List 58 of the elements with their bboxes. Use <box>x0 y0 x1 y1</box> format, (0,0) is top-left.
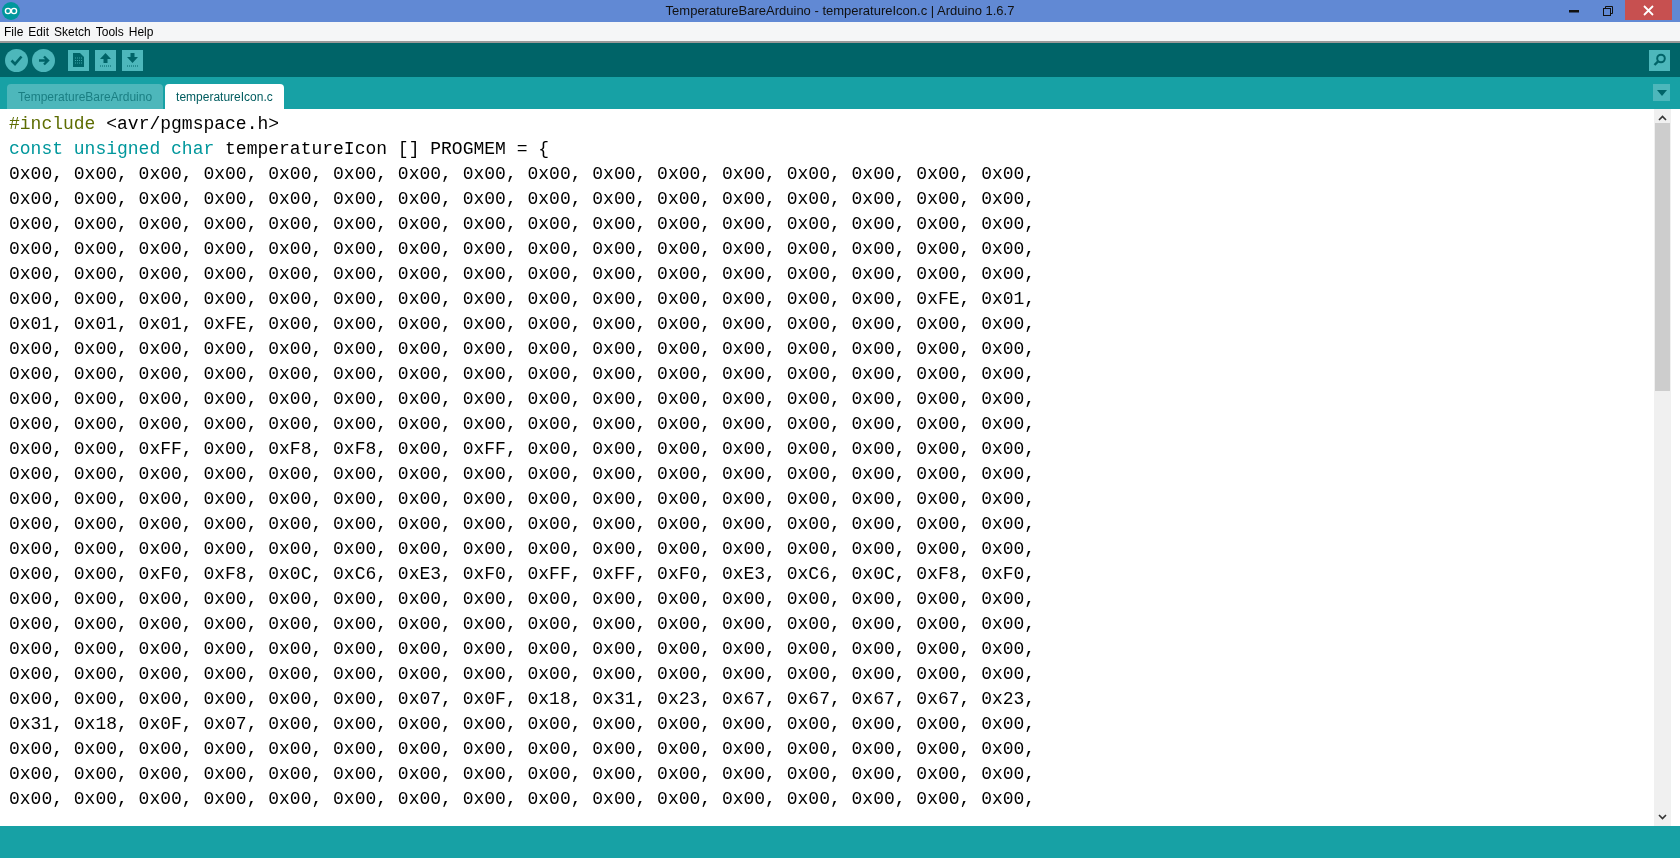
scrollbar-thumb[interactable] <box>1655 123 1670 391</box>
close-button[interactable] <box>1625 0 1672 20</box>
close-icon <box>1643 4 1654 16</box>
code-line: 0x00, 0x00, 0x00, 0x00, 0x00, 0x00, 0x00, 0x00, 0x00, 0x00, 0x00, 0x00, 0x00, 0x00, 0x00, 0x00, <box>9 338 1037 361</box>
menu-item[interactable]: Help <box>127 24 158 39</box>
code-line: 0x00, 0x00, 0x00, 0x00, 0x00, 0x00, 0x07, 0x0F, 0x18, 0x31, 0x23, 0x67, 0x67, 0x67, 0x67, 0x23, <box>9 688 1037 711</box>
menu-item[interactable]: File <box>3 24 28 39</box>
code-line: 0x00, 0x00, 0x00, 0x00, 0x00, 0x00, 0x00, 0x00, 0x00, 0x00, 0x00, 0x00, 0x00, 0x00, 0x00, 0x00, <box>9 463 1037 486</box>
menu-item[interactable]: Sketch <box>53 24 95 39</box>
vertical-scrollbar[interactable] <box>1654 109 1671 826</box>
open-button[interactable] <box>95 49 116 71</box>
code-line: 0x00, 0x00, 0x00, 0x00, 0x00, 0x00, 0x00, 0x00, 0x00, 0x00, 0x00, 0x00, 0x00, 0x00, 0x00, 0x00, <box>9 613 1037 636</box>
code-line: const unsigned char temperatureIcon [] PROGMEM = { <box>9 138 551 161</box>
up-arrow-icon <box>99 53 112 67</box>
tab-menu-button[interactable] <box>1653 84 1670 101</box>
code-line: 0x00, 0x00, 0xF0, 0xF8, 0x0C, 0xC6, 0xE3, 0xF0, 0xFF, 0xFF, 0xF0, 0xE3, 0xC6, 0x0C, 0xF8, 0xF0, <box>9 563 1037 586</box>
down-triangle-icon <box>1656 89 1667 96</box>
up-caret-icon[interactable] <box>1658 115 1667 121</box>
code-line: 0x00, 0x00, 0x00, 0x00, 0x00, 0x00, 0x00, 0x00, 0x00, 0x00, 0x00, 0x00, 0x00, 0x00, 0x00, 0x00, <box>9 588 1037 611</box>
code-line: 0x00, 0x00, 0x00, 0x00, 0x00, 0x00, 0x00, 0x00, 0x00, 0x00, 0x00, 0x00, 0x00, 0x00, 0x00, 0x00, <box>9 213 1037 236</box>
code-line: 0x00, 0x00, 0x00, 0x00, 0x00, 0x00, 0x00, 0x00, 0x00, 0x00, 0x00, 0x00, 0x00, 0x00, 0x00, 0x00, <box>9 363 1037 386</box>
code-line: 0x00, 0x00, 0x00, 0x00, 0x00, 0x00, 0x00, 0x00, 0x00, 0x00, 0x00, 0x00, 0x00, 0x00, 0x00, 0x00, <box>9 788 1037 811</box>
menu-item[interactable]: Tools <box>94 24 128 39</box>
code-line: 0x00, 0x00, 0x00, 0x00, 0x00, 0x00, 0x00, 0x00, 0x00, 0x00, 0x00, 0x00, 0x00, 0x00, 0x00, 0x00, <box>9 763 1037 786</box>
code-line: 0x00, 0x00, 0x00, 0x00, 0x00, 0x00, 0x00, 0x00, 0x00, 0x00, 0x00, 0x00, 0x00, 0x00, 0x00, 0x00, <box>9 163 1037 186</box>
down-caret-icon[interactable] <box>1658 814 1667 820</box>
verify-button[interactable] <box>5 48 28 72</box>
code-line: 0x00, 0x00, 0x00, 0x00, 0x00, 0x00, 0x00, 0x00, 0x00, 0x00, 0x00, 0x00, 0x00, 0x00, 0x00, 0x00, <box>9 738 1037 761</box>
code-line: #include <avr/pgmspace.h> <box>9 113 281 136</box>
save-button[interactable] <box>122 49 143 71</box>
code-line: 0x31, 0x18, 0x0F, 0x07, 0x00, 0x00, 0x00, 0x00, 0x00, 0x00, 0x00, 0x00, 0x00, 0x00, 0x00, 0x00, <box>9 713 1037 736</box>
code-line: 0x00, 0x00, 0x00, 0x00, 0x00, 0x00, 0x00, 0x00, 0x00, 0x00, 0x00, 0x00, 0x00, 0x00, 0x00, 0x00, <box>9 663 1037 686</box>
serial-monitor-button[interactable] <box>1649 49 1670 71</box>
down-arrow-icon <box>126 53 139 67</box>
code-line: 0x00, 0x00, 0xFF, 0x00, 0xF8, 0xF8, 0x00, 0xFF, 0x00, 0x00, 0x00, 0x00, 0x00, 0x00, 0x00, 0x00, <box>9 438 1037 461</box>
code-line: 0x00, 0x00, 0x00, 0x00, 0x00, 0x00, 0x00, 0x00, 0x00, 0x00, 0x00, 0x00, 0x00, 0x00, 0x00, 0x00, <box>9 188 1037 211</box>
code-line: 0x00, 0x00, 0x00, 0x00, 0x00, 0x00, 0x00, 0x00, 0x00, 0x00, 0x00, 0x00, 0x00, 0x00, 0x00, 0x00, <box>9 638 1037 661</box>
code-line: 0x00, 0x00, 0x00, 0x00, 0x00, 0x00, 0x00, 0x00, 0x00, 0x00, 0x00, 0x00, 0x00, 0x00, 0x00, 0x00, <box>9 413 1037 436</box>
right-arrow-icon <box>37 54 50 66</box>
code-line: 0x00, 0x00, 0x00, 0x00, 0x00, 0x00, 0x00, 0x00, 0x00, 0x00, 0x00, 0x00, 0x00, 0x00, 0x00, 0x00, <box>9 488 1037 511</box>
code-line: 0x00, 0x00, 0x00, 0x00, 0x00, 0x00, 0x00, 0x00, 0x00, 0x00, 0x00, 0x00, 0x00, 0x00, 0x00, 0x00, <box>9 513 1037 536</box>
code-line: 0x00, 0x00, 0x00, 0x00, 0x00, 0x00, 0x00, 0x00, 0x00, 0x00, 0x00, 0x00, 0x00, 0x00, 0x00, 0x00, <box>9 388 1037 411</box>
new-button[interactable] <box>68 49 89 71</box>
code-line: 0x00, 0x00, 0x00, 0x00, 0x00, 0x00, 0x00, 0x00, 0x00, 0x00, 0x00, 0x00, 0x00, 0x00, 0xFE, 0x01, <box>9 288 1037 311</box>
magnifier-icon <box>1651 53 1668 67</box>
infinity-logo-icon <box>2 2 20 20</box>
upload-button[interactable] <box>32 48 55 72</box>
restore-icon[interactable] <box>1603 6 1613 16</box>
minimize-icon[interactable] <box>1569 9 1579 13</box>
file-tab[interactable]: temperatureIcon.c <box>165 84 284 109</box>
document-icon <box>73 53 84 67</box>
checkmark-icon <box>10 54 23 66</box>
code-line: 0x01, 0x01, 0x01, 0xFE, 0x00, 0x00, 0x00, 0x00, 0x00, 0x00, 0x00, 0x00, 0x00, 0x00, 0x00, 0x00, <box>9 313 1037 336</box>
menu-item[interactable]: Edit <box>27 24 54 39</box>
code-line: 0x00, 0x00, 0x00, 0x00, 0x00, 0x00, 0x00, 0x00, 0x00, 0x00, 0x00, 0x00, 0x00, 0x00, 0x00, 0x00, <box>9 538 1037 561</box>
code-line: 0x00, 0x00, 0x00, 0x00, 0x00, 0x00, 0x00, 0x00, 0x00, 0x00, 0x00, 0x00, 0x00, 0x00, 0x00, 0x00, <box>9 238 1037 261</box>
window-title: TemperatureBareArduino - temperatureIcon.c | Arduino 1.6.7 <box>665 3 1015 18</box>
code-line: 0x00, 0x00, 0x00, 0x00, 0x00, 0x00, 0x00, 0x00, 0x00, 0x00, 0x00, 0x00, 0x00, 0x00, 0x00, 0x00, <box>9 263 1037 286</box>
